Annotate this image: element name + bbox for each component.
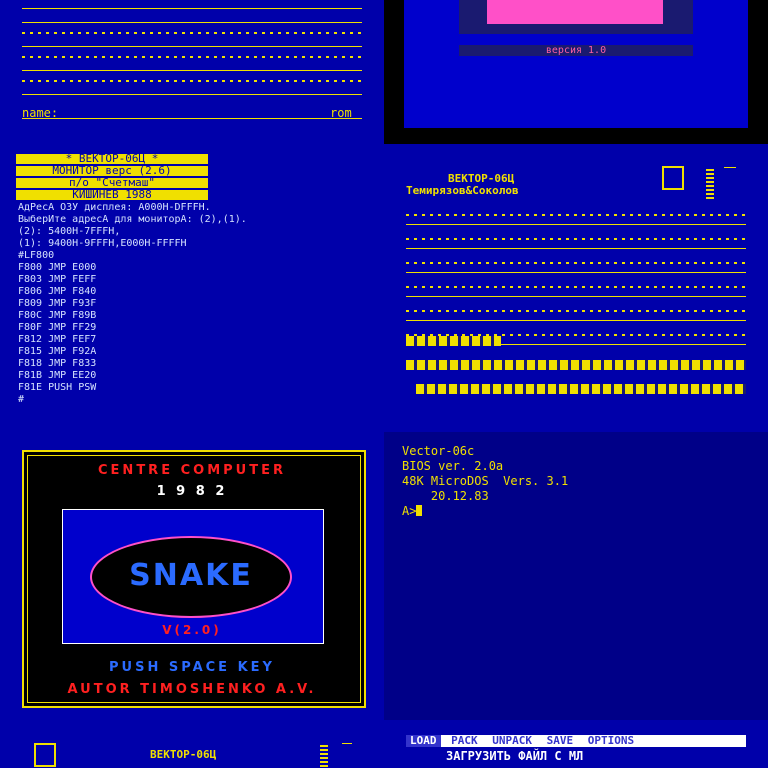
loader-line xyxy=(406,320,746,321)
listing-line: # xyxy=(18,394,25,405)
loader-line xyxy=(406,286,746,288)
boot-prompt[interactable]: A> xyxy=(402,504,416,518)
floppy-icon xyxy=(34,743,56,767)
monitor-header-line: * ВЕКТОР-06Ц * xyxy=(16,153,208,164)
menu-line xyxy=(22,94,362,95)
progress-bar xyxy=(406,360,746,370)
listing-line: АдРесА ОЗУ дисплея: А000Н-DFFFH. xyxy=(18,202,211,213)
tile-menu-lines: name: rom xyxy=(0,0,384,144)
listing-line: F80C JMP F89B xyxy=(18,310,97,321)
loader-line xyxy=(406,224,746,225)
menu-item-save[interactable]: SAVE xyxy=(543,735,578,747)
listing-line: F80F JMP FF29 xyxy=(18,322,97,333)
monitor-header-line: п/о "Счетмаш" xyxy=(16,177,208,188)
small-title: ВЕКТОР-06Ц xyxy=(150,748,217,761)
loader-line xyxy=(406,214,746,216)
loader-line xyxy=(406,238,746,240)
monitor-header-line: МОНИТОР верс (2.6) xyxy=(16,165,208,176)
listing-line: (2): 5400H-7FFFH, xyxy=(18,226,121,237)
listing-line: F812 JMP FEF7 xyxy=(18,334,97,345)
floppy-icon xyxy=(662,166,684,190)
listing-line: F803 JMP FEFF xyxy=(18,274,97,285)
tile-monitor: * ВЕКТОР-06Ц * МОНИТОР верс (2.6) п/о "С… xyxy=(0,144,384,432)
logo-graphic xyxy=(487,0,663,24)
menu-line xyxy=(22,32,362,34)
menu-item-options[interactable]: OPTIONS xyxy=(584,735,638,747)
snake-top-title: CENTRE COMPUTER xyxy=(98,463,286,478)
snake-author: AUTOR TIMOSHENKO A.V. xyxy=(67,682,317,697)
listing-line: F806 JMP F840 xyxy=(18,286,97,297)
boot-line: 20.12.83 xyxy=(402,489,489,503)
progress-bar xyxy=(406,336,501,346)
menu-line xyxy=(22,118,362,119)
menu-line xyxy=(22,80,362,82)
menu-item-unpack[interactable]: UNPACK xyxy=(488,735,536,747)
menu-line xyxy=(22,22,362,23)
tile-vector-title-small: ВЕКТОР-06Ц xyxy=(0,720,384,768)
loader-line xyxy=(406,296,746,297)
monitor-header-line: КИШИНЕВ 1988 xyxy=(16,189,208,200)
tile-load-menu: LOAD PACK UNPACK SAVE OPTIONS ЗАГРУЗИТЬ … xyxy=(384,720,768,768)
version-text: версия 1.0 xyxy=(459,45,693,56)
menu-line xyxy=(22,56,362,58)
menu-line xyxy=(22,8,362,9)
boot-line: BIOS ver. 2.0a xyxy=(402,459,504,473)
tile-snake: CENTRE COMPUTER 1 9 8 2 SNAKE V(2.0) PUS… xyxy=(0,432,384,720)
menu-line xyxy=(22,46,362,47)
snake-year: 1 9 8 2 xyxy=(156,484,228,499)
cursor-icon xyxy=(706,169,714,199)
listing-line: (1): 9400H-9FFFH,E000H-FFFFH xyxy=(18,238,187,249)
listing-line: F800 JMP E000 xyxy=(18,262,97,273)
listing-line: #LF800 xyxy=(18,250,55,261)
status-mark xyxy=(342,743,352,744)
loader-line xyxy=(406,310,746,312)
status-mark xyxy=(724,167,736,168)
progress-bar xyxy=(416,384,746,394)
cursor-block xyxy=(416,505,422,516)
monitor-listing: АдРесА ОЗУ дисплея: А000Н-DFFFH. ВыберИт… xyxy=(18,202,247,406)
listing-line: F81B JMP EE20 xyxy=(18,370,97,381)
tile-boot-screen: Vector-06c BIOS ver. 2.0a 48K MicroDOS V… xyxy=(384,432,768,720)
loader-line xyxy=(406,262,746,264)
listing-line: ВыберИте адресА для мониторА: (2),(1). xyxy=(18,214,247,225)
menu-item-load[interactable]: LOAD xyxy=(406,735,441,747)
snake-version: V(2.0) xyxy=(162,623,222,637)
boot-line: Vector-06c xyxy=(402,444,475,458)
main-menu: LOAD PACK UNPACK SAVE OPTIONS xyxy=(406,735,746,747)
tile-vector-loader: ВЕКТОР-06Ц Темирязов&Соколов xyxy=(384,144,768,432)
snake-game-name: SNAKE xyxy=(129,558,253,593)
loader-line xyxy=(406,248,746,249)
listing-line: F81E PUSH PSW xyxy=(18,382,97,393)
loader-line xyxy=(406,272,746,273)
listing-line: F815 JMP F92A xyxy=(18,346,97,357)
load-status: ЗАГРУЗИТЬ ФАЙЛ С МЛ xyxy=(446,749,584,763)
cursor-icon xyxy=(320,745,328,767)
loader-authors: Темирязов&Соколов xyxy=(406,184,519,197)
boot-line: 48K MicroDOS Vers. 3.1 xyxy=(402,474,569,488)
listing-line: F809 JMP F93F xyxy=(18,298,97,309)
menu-item-pack[interactable]: PACK xyxy=(447,735,482,747)
tile-title-screen: версия 1.0 xyxy=(384,0,768,144)
menu-line xyxy=(22,70,362,71)
snake-push-key: PUSH SPACE KEY xyxy=(109,660,275,675)
listing-line: F818 JMP F833 xyxy=(18,358,97,369)
